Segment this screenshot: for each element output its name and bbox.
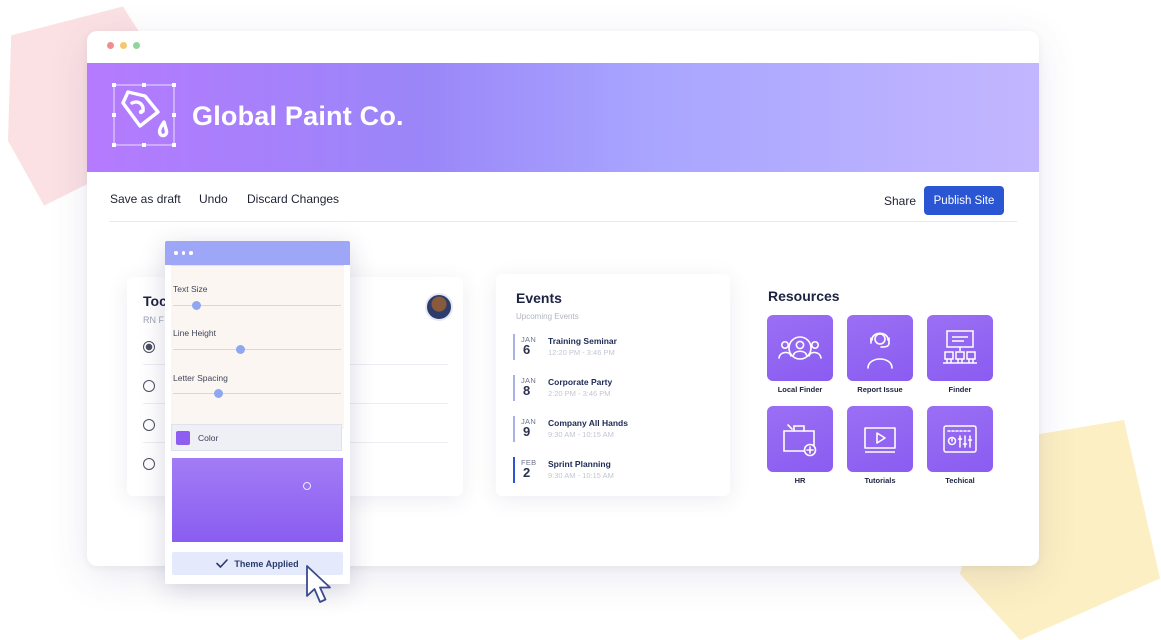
todo-radio[interactable]: [143, 418, 155, 431]
briefcase-plus-icon: [783, 424, 817, 457]
share-button[interactable]: Share: [884, 194, 916, 208]
panel-menu-icon[interactable]: [174, 251, 193, 255]
event-time: 2:20 PM - 3:46 PM: [548, 389, 611, 398]
resource-label: Techical: [945, 476, 975, 485]
event-name: Training Seminar: [548, 336, 617, 346]
color-label: Color: [198, 432, 219, 443]
events-card: Events Upcoming Events JAN 6 Training Se…: [496, 274, 730, 496]
resource-label: HR: [794, 476, 806, 485]
resources-title: Resources: [768, 288, 840, 304]
letter-spacing-label: Letter Spacing: [173, 373, 228, 383]
event-item[interactable]: FEB 2 Sprint Planning 9:30 AM - 10:15 AM: [513, 457, 713, 483]
marketing-stage: Global Paint Co. Save as draft Undo Disc…: [0, 0, 1161, 640]
event-time: 9:30 AM - 10:15 AM: [548, 471, 614, 480]
event-item[interactable]: JAN 9 Company All Hands 9:30 AM - 10:15 …: [513, 416, 713, 442]
panel-header[interactable]: [165, 241, 350, 265]
color-picker-handle[interactable]: [303, 482, 311, 490]
event-time: 12:20 PM - 3:46 PM: [548, 348, 615, 357]
window-minimize-dot[interactable]: [120, 42, 127, 49]
resource-label: Report Issue: [857, 385, 903, 394]
toolbar-divider: [109, 221, 1017, 222]
window-close-dot[interactable]: [107, 42, 114, 49]
people-search-icon: [778, 336, 822, 360]
resource-tile-local-finder[interactable]: [767, 315, 833, 381]
undo-button[interactable]: Undo: [199, 192, 228, 206]
events-title: Events: [516, 290, 562, 306]
resource-tile-finder[interactable]: [927, 315, 993, 381]
todo-subtitle: RN F: [143, 315, 164, 325]
event-time: 9:30 AM - 10:15 AM: [548, 430, 614, 439]
letter-spacing-slider[interactable]: [173, 389, 341, 398]
todo-radio-checked[interactable]: [143, 340, 155, 353]
todo-radio[interactable]: [143, 458, 155, 470]
paint-bucket-logo-icon: [112, 83, 176, 147]
resource-tile-report-issue[interactable]: [847, 315, 913, 381]
line-height-slider-knob[interactable]: [235, 345, 245, 354]
todo-title: Toc: [143, 293, 167, 309]
color-picker-row[interactable]: Color: [171, 424, 342, 451]
training-room-icon: [943, 330, 977, 364]
mouse-pointer-icon: [306, 565, 331, 603]
event-marker-active: [513, 457, 515, 483]
typography-controls: Text Size Line Height Letter Spacing: [171, 265, 344, 429]
publish-site-button[interactable]: Publish Site: [924, 186, 1004, 215]
control-panel-icon: [943, 425, 977, 453]
theme-applied-label: Theme Applied: [234, 558, 299, 569]
editor-toolbar: Save as draft Undo Discard Changes Share…: [87, 172, 1039, 222]
text-size-slider[interactable]: [173, 301, 341, 310]
line-height-label: Line Height: [173, 328, 217, 338]
event-marker: [513, 416, 515, 442]
event-day: 6: [523, 342, 531, 357]
event-name: Corporate Party: [548, 377, 613, 387]
theme-panel: Text Size Line Height Letter Spacing Col…: [165, 241, 350, 584]
resource-tile-technical[interactable]: [927, 406, 993, 472]
event-marker: [513, 334, 515, 360]
event-item[interactable]: JAN 8 Corporate Party 2:20 PM - 3:46 PM: [513, 375, 713, 401]
check-icon: [216, 559, 229, 568]
save-draft-button[interactable]: Save as draft: [110, 192, 181, 206]
event-item[interactable]: JAN 6 Training Seminar 12:20 PM - 3:46 P…: [513, 334, 713, 360]
event-day: 2: [523, 465, 531, 480]
support-agent-icon: [867, 332, 893, 369]
text-size-slider-knob[interactable]: [192, 301, 202, 310]
event-day: 8: [523, 383, 531, 398]
discard-changes-button[interactable]: Discard Changes: [247, 192, 339, 206]
avatar[interactable]: [425, 293, 453, 321]
resource-tile-tutorials[interactable]: [847, 406, 913, 472]
event-name: Company All Hands: [548, 418, 628, 428]
event-marker: [513, 375, 515, 401]
video-play-icon: [864, 427, 896, 453]
event-name: Sprint Planning: [548, 459, 611, 469]
site-banner: Global Paint Co.: [87, 63, 1039, 172]
color-swatch[interactable]: [176, 430, 190, 445]
todo-radio[interactable]: [143, 379, 155, 392]
window-controls: [107, 42, 140, 49]
brand-name: Global Paint Co.: [192, 101, 404, 131]
window-maximize-dot[interactable]: [133, 42, 140, 49]
events-subtitle: Upcoming Events: [516, 312, 579, 321]
theme-color-preview[interactable]: [172, 458, 343, 542]
event-day: 9: [523, 424, 531, 439]
text-size-label: Text Size: [173, 284, 208, 294]
letter-spacing-slider-knob[interactable]: [213, 389, 223, 398]
resource-label: Tutorials: [864, 476, 896, 485]
resource-label: Finder: [948, 385, 972, 394]
resource-tile-hr[interactable]: [767, 406, 833, 472]
resource-label: Local Finder: [777, 385, 823, 394]
line-height-slider[interactable]: [173, 345, 341, 354]
